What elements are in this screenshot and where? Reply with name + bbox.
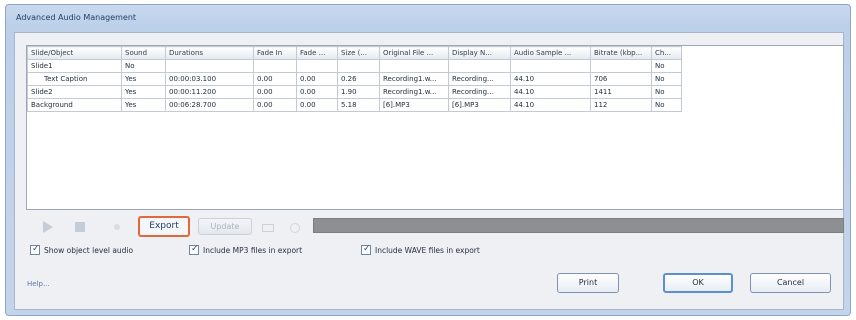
table-cell-fade-in: 0.00	[253, 72, 297, 86]
ok-button[interactable]: OK	[663, 273, 733, 293]
show-object-level-audio-label: Show object level audio	[44, 245, 134, 255]
column-header-sound[interactable]: Sound	[121, 46, 166, 60]
table-cell-display-name	[448, 59, 511, 73]
export-button[interactable]: Export	[138, 216, 190, 237]
table-cell-original-file	[379, 59, 449, 73]
column-header-channel[interactable]: Ch...	[651, 46, 682, 60]
table-cell-bitrate: 112	[590, 98, 652, 112]
table-row[interactable]: Text Caption Yes 00:00:03.100 0.00 0.00 …	[27, 72, 682, 86]
table-cell-audio-sample: 44.10	[510, 98, 591, 112]
dialog-title: Advanced Audio Management	[16, 13, 137, 22]
table-cell-durations	[165, 59, 254, 73]
table-cell-display-name: Recording...	[448, 72, 511, 86]
checkbox-icon[interactable]	[361, 244, 371, 255]
table-cell-original-file: Recording1.w...	[379, 85, 449, 99]
table-cell-slide-object: Text Caption	[27, 72, 122, 86]
column-header-fade-in[interactable]: Fade In	[253, 46, 297, 60]
table-cell-channel: No	[651, 59, 682, 73]
table-cell-display-name: Recording...	[448, 85, 511, 99]
table-cell-audio-sample: 44.10	[510, 85, 591, 99]
show-object-level-audio-option[interactable]: Show object level audio	[30, 244, 134, 255]
table-cell-size: 1.90	[337, 85, 380, 99]
print-button[interactable]: Print	[557, 273, 619, 293]
dialog-client-area: Slide/Object Sound Durations Fade In Fad…	[14, 32, 844, 310]
table-cell-original-file: [6].MP3	[379, 98, 449, 112]
update-button-disabled[interactable]: Update	[198, 218, 252, 235]
table-cell-durations: 00:00:03.100	[165, 72, 254, 86]
column-header-slide-object[interactable]: Slide/Object	[27, 46, 122, 60]
checkbox-icon[interactable]	[189, 244, 199, 255]
table-cell-size	[337, 59, 380, 73]
table-cell-fade-out: 0.00	[296, 98, 338, 112]
table-cell-original-file: Recording1.w...	[379, 72, 449, 86]
table-header-row: Slide/Object Sound Durations Fade In Fad…	[27, 46, 682, 60]
table-cell-slide-object: Background	[27, 98, 122, 112]
cancel-button[interactable]: Cancel	[750, 273, 831, 293]
table-cell-fade-out: 0.00	[296, 85, 338, 99]
table-cell-audio-sample: 44.10	[510, 72, 591, 86]
table-row[interactable]: Slide1 No No	[27, 59, 682, 73]
audio-progress-bar	[313, 218, 844, 233]
table-cell-slide-object: Slide2	[27, 85, 122, 99]
audio-object-table[interactable]: Slide/Object Sound Durations Fade In Fad…	[26, 45, 844, 210]
table-cell-size: 5.18	[337, 98, 380, 112]
table-cell-display-name: [6].MP3	[448, 98, 511, 112]
include-mp3-files-label: Include MP3 files in export	[203, 245, 303, 255]
table-cell-fade-in	[253, 59, 297, 73]
table-cell-size: 0.26	[337, 72, 380, 86]
table-row[interactable]: Slide2 Yes 00:00:11.200 0.00 0.00 1.90 R…	[27, 85, 682, 99]
play-icon[interactable]	[40, 220, 54, 234]
column-header-fade-out[interactable]: Fade ...	[296, 46, 338, 60]
column-header-original-file[interactable]: Original File ...	[379, 46, 449, 60]
table-cell-bitrate: 706	[590, 72, 652, 86]
table-cell-channel: No	[651, 98, 682, 112]
column-header-size[interactable]: Size (...	[337, 46, 380, 60]
record-icon[interactable]	[110, 220, 124, 234]
table-cell-sound: Yes	[121, 98, 166, 112]
table-cell-bitrate	[590, 59, 652, 73]
table-cell-sound: Yes	[121, 85, 166, 99]
include-mp3-files-option[interactable]: Include MP3 files in export	[189, 244, 303, 255]
table-cell-sound: Yes	[121, 72, 166, 86]
settings-icon[interactable]	[260, 220, 274, 234]
table-cell-durations: 00:06:28.700	[165, 98, 254, 112]
table-cell-fade-out: 0.00	[296, 72, 338, 86]
help-link[interactable]: Help...	[27, 280, 50, 288]
table-cell-channel: No	[651, 85, 682, 99]
table-cell-sound: No	[121, 59, 166, 73]
table-cell-slide-object: Slide1	[27, 59, 122, 73]
table-cell-fade-in: 0.00	[253, 98, 297, 112]
table-cell-durations: 00:00:11.200	[165, 85, 254, 99]
advanced-audio-management-dialog: Advanced Audio Management Slide/Object S…	[5, 4, 851, 316]
table-row[interactable]: Background Yes 00:06:28.700 0.00 0.00 5.…	[27, 98, 682, 112]
table-cell-bitrate: 1411	[590, 85, 652, 99]
table-cell-fade-out	[296, 59, 338, 73]
column-header-durations[interactable]: Durations	[165, 46, 254, 60]
table-cell-fade-in: 0.00	[253, 85, 297, 99]
column-header-audio-sample[interactable]: Audio Sample ...	[510, 46, 591, 60]
include-wave-files-label: Include WAVE files in export	[375, 245, 480, 255]
include-wave-files-option[interactable]: Include WAVE files in export	[361, 244, 480, 255]
table-cell-channel: No	[651, 72, 682, 86]
volume-icon[interactable]	[287, 220, 301, 234]
table-cell-audio-sample	[510, 59, 591, 73]
column-header-display-name[interactable]: Display N...	[448, 46, 511, 60]
column-header-bitrate[interactable]: Bitrate (kbp...	[590, 46, 652, 60]
stop-icon[interactable]	[73, 220, 87, 234]
checkbox-icon[interactable]	[30, 244, 40, 255]
